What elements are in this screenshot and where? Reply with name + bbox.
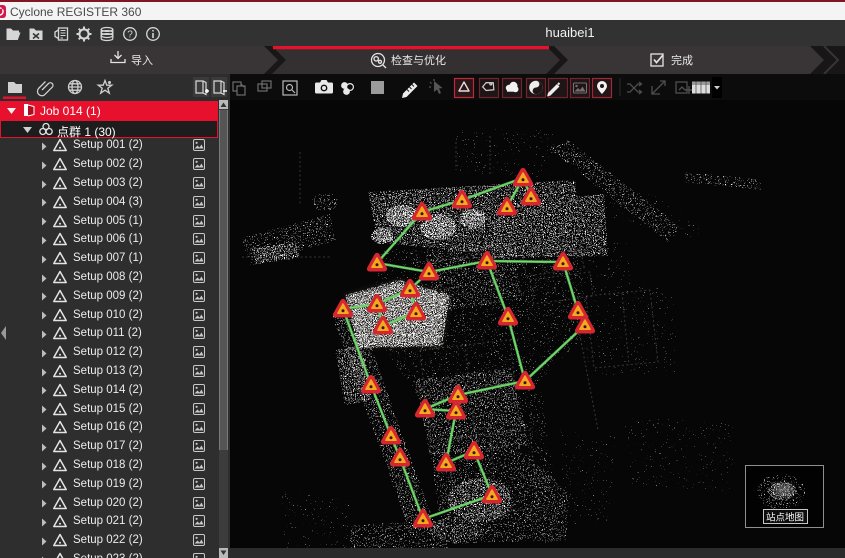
svg-text:?: ? [127,30,133,41]
svg-text:完成: 完成 [671,53,693,67]
svg-text:检查与优化: 检查与优化 [391,53,446,67]
svg-text:站点地图: 站点地图 [766,512,804,524]
svg-text:导入: 导入 [131,54,153,67]
